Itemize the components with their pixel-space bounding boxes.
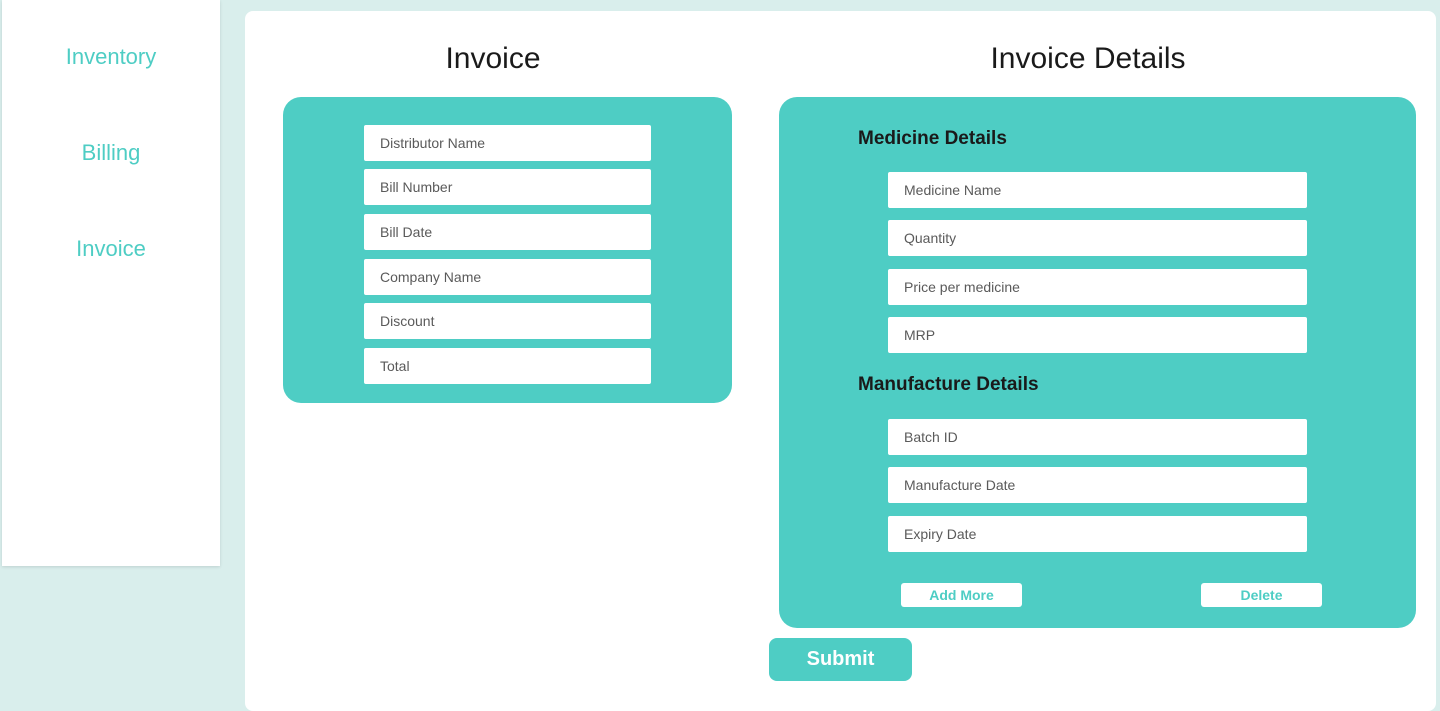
distributor-name-input[interactable] [364, 125, 651, 161]
batch-id-input[interactable] [888, 419, 1307, 455]
bill-date-input[interactable] [364, 214, 651, 250]
delete-button[interactable]: Delete [1201, 583, 1322, 607]
sidebar-item-invoice[interactable]: Invoice [2, 236, 220, 262]
total-input[interactable] [364, 348, 651, 384]
mrp-input[interactable] [888, 317, 1307, 353]
invoice-title: Invoice [445, 42, 541, 75]
invoice-details-title: Invoice Details [990, 42, 1186, 75]
manufacture-date-input[interactable] [888, 467, 1307, 503]
expiry-date-input[interactable] [888, 516, 1307, 552]
sidebar-item-billing[interactable]: Billing [2, 140, 220, 166]
quantity-input[interactable] [888, 220, 1307, 256]
price-per-medicine-input[interactable] [888, 269, 1307, 305]
sidebar: Inventory Billing Invoice [2, 0, 220, 566]
manufacture-details-heading: Manufacture Details [858, 374, 1039, 395]
bill-number-input[interactable] [364, 169, 651, 205]
discount-input[interactable] [364, 303, 651, 339]
sidebar-item-inventory[interactable]: Inventory [2, 44, 220, 70]
medicine-details-heading: Medicine Details [858, 128, 1007, 149]
company-name-input[interactable] [364, 259, 651, 295]
add-more-button[interactable]: Add More [901, 583, 1022, 607]
medicine-name-input[interactable] [888, 172, 1307, 208]
submit-button[interactable]: Submit [769, 638, 912, 681]
